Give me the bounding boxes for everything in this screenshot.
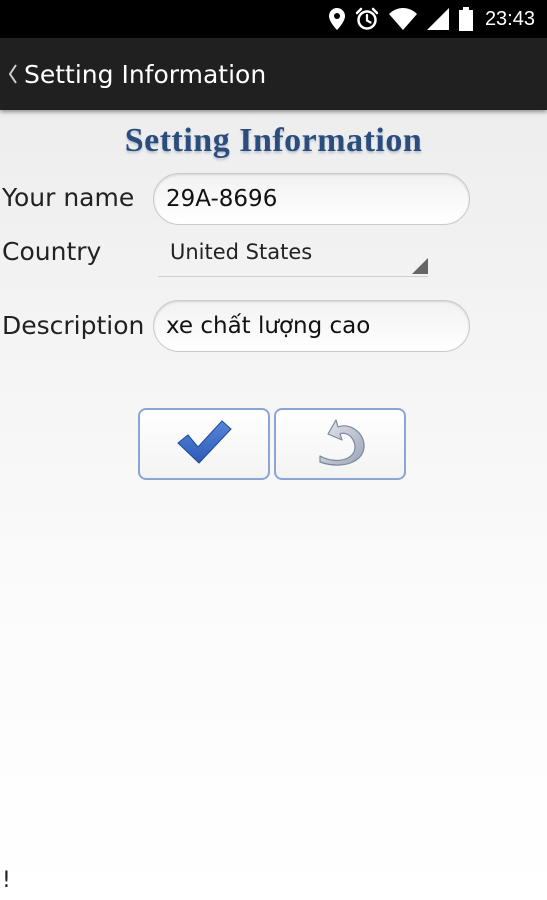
location-icon [328, 8, 345, 30]
name-label: Your name [2, 183, 135, 212]
action-bar: Setting Information [0, 38, 547, 110]
name-field[interactable] [153, 173, 470, 225]
alarm-icon [355, 7, 379, 31]
back-button[interactable]: Setting Information [0, 38, 266, 110]
chevron-left-icon [6, 63, 20, 85]
country-dropdown[interactable]: United States [158, 234, 428, 277]
description-label: Description [2, 311, 145, 340]
footer-mark: ! [2, 868, 11, 893]
page-title: Setting Information [124, 122, 423, 159]
undo-arrow-icon [310, 414, 370, 475]
battery-icon [458, 7, 473, 31]
confirm-button[interactable] [138, 408, 270, 480]
country-value: United States [170, 240, 313, 264]
checkmark-icon [174, 417, 234, 472]
wifi-icon [388, 8, 417, 30]
status-bar: 23:43 [0, 0, 547, 38]
action-bar-title: Setting Information [24, 59, 267, 89]
country-label: Country [2, 237, 102, 266]
signal-icon [426, 8, 449, 30]
undo-button[interactable] [274, 408, 406, 480]
status-icons: 23:43 [319, 0, 535, 38]
dropdown-arrow-icon [412, 258, 428, 274]
description-field[interactable] [153, 300, 470, 352]
status-time: 23:43 [484, 7, 535, 30]
